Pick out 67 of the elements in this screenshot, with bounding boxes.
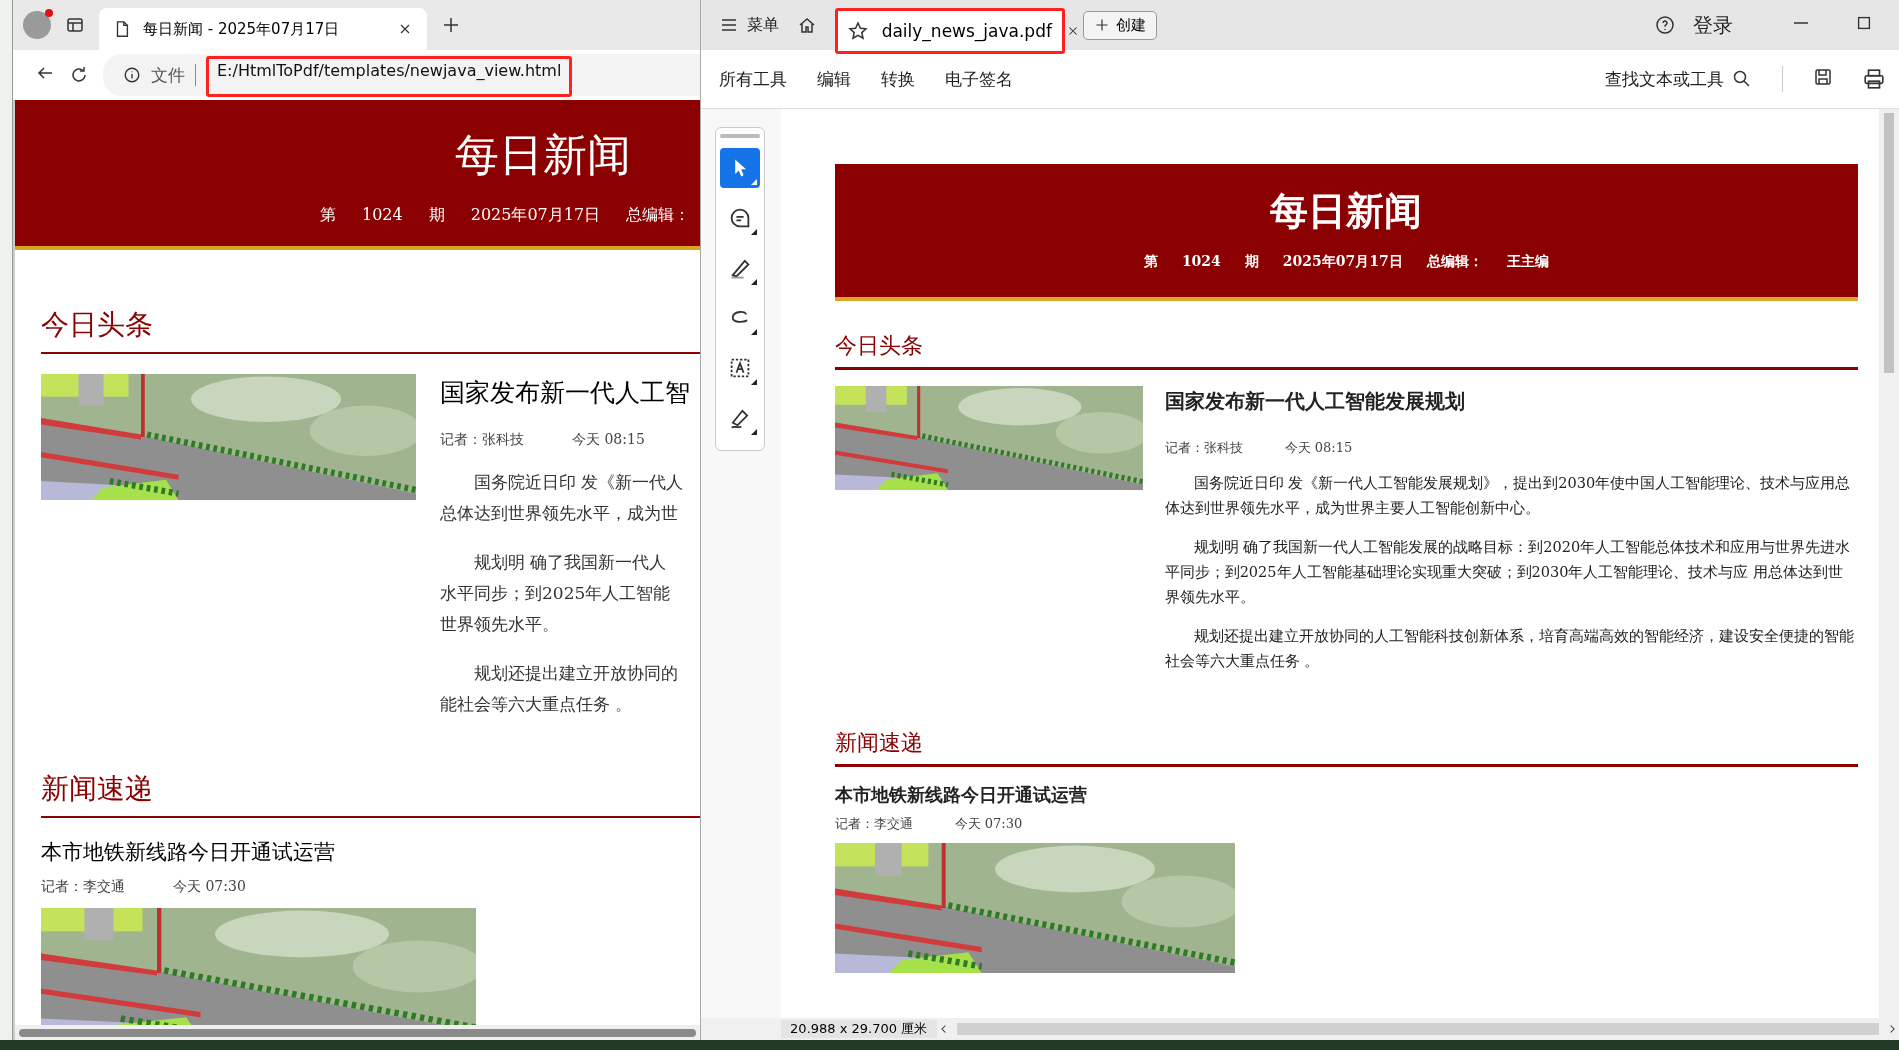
headline: 国家发布新一代人工智能发展规划 — [1164, 388, 1466, 415]
maximize-icon[interactable] — [1855, 14, 1873, 32]
paragraph-line: 总体达到世界领先水平，成为世 — [440, 502, 679, 525]
page-size: 20.988 x 29.700 厘米 — [780, 1020, 937, 1038]
toolbar-menu[interactable]: 所有工具 — [718, 67, 787, 91]
masthead-title: 每日新闻 — [454, 128, 632, 182]
masthead-info: 总编辑： — [626, 205, 691, 226]
vertical-scrollbar[interactable] — [1879, 109, 1899, 1018]
paragraph: 规划明 确了我国新一代人工智能发展的战略目标：到2020年人工智能总体技术和应用与世界先进水平同步；到2025年人工智能基础理论实现重大突破；到2030年人工智能理论、技术与应 用总体达到世界领先水平。 — [1164, 538, 1852, 607]
masthead-info: 第 — [320, 205, 336, 226]
plus-icon[interactable] — [441, 15, 461, 35]
info-icon — [123, 66, 141, 84]
star-icon[interactable] — [847, 21, 868, 41]
login-button[interactable]: 登录 — [1693, 11, 1733, 39]
timestamp: 今天 07:30 — [954, 815, 1023, 833]
reload-icon[interactable] — [69, 65, 89, 85]
paragraph-line: 水平同步；到2025年人工智能 — [440, 582, 672, 605]
menu-button[interactable]: 菜单 — [718, 14, 779, 36]
toolbar-menu[interactable]: 编辑 — [816, 67, 851, 91]
print-icon[interactable] — [1863, 68, 1885, 90]
sidebar-icon[interactable] — [65, 15, 85, 35]
paragraph-line: 规划明 确了我国新一代人 — [473, 551, 668, 574]
section-heading: 新闻速递 — [41, 720, 700, 818]
masthead-info: 2025年07月17日 — [470, 205, 601, 226]
section-heading: 今日头条 — [834, 301, 1858, 370]
masthead-info: 王主编 — [1506, 253, 1549, 271]
masthead-info: 1024 — [1181, 253, 1221, 271]
help-icon[interactable] — [1655, 15, 1675, 35]
headline: 国家发布新一代人工智 — [440, 377, 690, 409]
masthead-info: 期 — [1244, 253, 1259, 271]
paragraph: 国务院近日印 发《新一代人工智能发展规划》，提出到2030年使中国人工智能理论、技术与应用总体达到世界领先水平，成为世界主要人工智能创新中心。 — [1164, 474, 1852, 518]
masthead-info: 期 — [428, 205, 445, 226]
headline: 本市地铁新线路今日开通试运营 — [41, 839, 336, 866]
toolbar-menu[interactable]: 电子签名 — [944, 67, 1013, 91]
profile-avatar[interactable] — [23, 11, 51, 39]
timestamp: 今天 08:15 — [572, 431, 645, 449]
section-heading: 新闻速递 — [834, 674, 1858, 767]
masthead-info: 2025年07月17日 — [1282, 253, 1403, 271]
headline: 本市地铁新线路今日开通试运营 — [834, 783, 1088, 807]
paragraph: 规划还提出建立开放协同的人工智能科技创新体系，培育高端高效的智能经济，建设安全便捷的智能社会等六大重点任务 。 — [1164, 627, 1855, 671]
byline: 记者：李交通 — [41, 878, 125, 896]
paragraph-line: 能社会等六大重点任务 。 — [440, 693, 634, 716]
timestamp: 今天 08:15 — [1284, 439, 1353, 457]
search-tools-button[interactable]: 查找文本或工具 — [1605, 67, 1752, 91]
save-icon[interactable] — [1813, 67, 1833, 87]
masthead-info: 总编辑： — [1426, 253, 1483, 271]
masthead-info: 1024 — [362, 205, 403, 226]
toolbar-menu[interactable]: 转换 — [880, 67, 915, 91]
byline: 记者：张科技 — [440, 431, 524, 449]
masthead-title: 每日新闻 — [1270, 187, 1423, 235]
url-text: E:/HtmlToPdf/templates/newjava_view.html — [206, 56, 573, 97]
timestamp: 今天 07:30 — [173, 878, 246, 896]
horizontal-scrollbar[interactable] — [15, 1025, 700, 1040]
section-heading: 今日头条 — [41, 250, 700, 354]
paragraph-line: 世界领先水平。 — [440, 613, 560, 636]
byline: 记者：张科技 — [1164, 439, 1243, 457]
paragraph-line: 规划还提出建立开放协同的 — [473, 662, 679, 685]
browser-tab[interactable]: 每日新闻 - 2025年07月17日 — [99, 8, 427, 50]
file-label: 文件 — [151, 63, 185, 87]
masthead-info: 第 — [1143, 253, 1158, 271]
create-button[interactable]: 创建 — [1082, 10, 1157, 40]
horizontal-scrollbar[interactable] — [956, 1023, 1879, 1035]
plus-icon — [1093, 17, 1110, 33]
address-bar[interactable]: 文件 E:/HtmlToPdf/templates/newjava_view.html — [103, 54, 700, 96]
byline: 记者：李交通 — [834, 815, 913, 833]
paragraph-line: 国务院近日印 发《新一代人 — [473, 471, 685, 494]
search-icon — [1732, 69, 1752, 89]
